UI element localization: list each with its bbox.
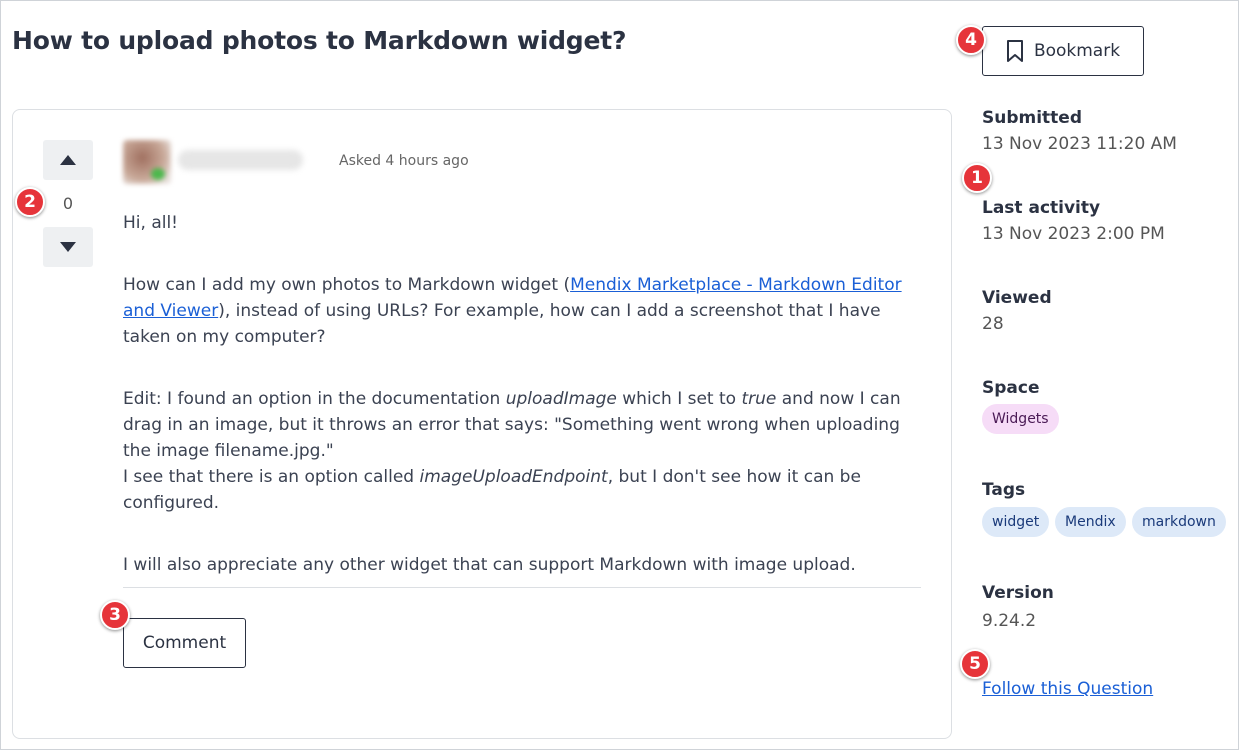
question-body: Hi, all! How can I add my own photos to … bbox=[123, 210, 923, 614]
vote-count: 0 bbox=[62, 194, 74, 213]
submitted-value: 13 Nov 2023 11:20 AM bbox=[982, 134, 1177, 154]
body-paragraph: How can I add my own photos to Markdown … bbox=[123, 272, 923, 350]
body-paragraph: Edit: I found an option in the documenta… bbox=[123, 386, 923, 464]
annotation-marker: 4 bbox=[956, 25, 986, 55]
space-badge[interactable]: Widgets bbox=[982, 404, 1059, 434]
last-activity-value: 13 Nov 2023 2:00 PM bbox=[982, 224, 1165, 244]
annotation-marker: 1 bbox=[962, 163, 992, 193]
tags-label: Tags bbox=[982, 480, 1026, 500]
body-paragraph: I see that there is an option called ima… bbox=[123, 464, 923, 516]
annotation-marker: 2 bbox=[15, 187, 45, 217]
bookmark-icon bbox=[1006, 40, 1023, 62]
upvote-button[interactable] bbox=[43, 140, 93, 180]
body-paragraph: Hi, all! bbox=[123, 213, 178, 233]
comment-button[interactable]: Comment bbox=[123, 618, 246, 668]
body-emphasis: imageUploadEndpoint bbox=[419, 467, 608, 487]
annotation-marker: 5 bbox=[960, 649, 990, 679]
body-text: which I set to bbox=[616, 389, 742, 409]
question-card: 0 Asked 4 hours ago Hi, all! How can I a… bbox=[12, 109, 952, 739]
version-label: Version bbox=[982, 583, 1054, 603]
body-text: How can I add my own photos to Markdown … bbox=[123, 275, 571, 295]
body-text: I see that there is an option called bbox=[123, 467, 420, 487]
viewed-value: 28 bbox=[982, 314, 1004, 334]
annotation-marker: 3 bbox=[100, 600, 130, 630]
divider bbox=[123, 587, 921, 588]
question-title: How to upload photos to Markdown widget? bbox=[12, 26, 627, 55]
avatar[interactable] bbox=[123, 140, 171, 184]
follow-question-link[interactable]: Follow this Question bbox=[982, 679, 1153, 699]
tag-chip[interactable]: Mendix bbox=[1055, 507, 1126, 537]
version-value: 9.24.2 bbox=[982, 611, 1037, 631]
viewed-label: Viewed bbox=[982, 288, 1052, 308]
author-name-blurred[interactable] bbox=[178, 150, 303, 170]
body-emphasis: true bbox=[741, 389, 777, 409]
caret-up-icon bbox=[60, 155, 76, 165]
body-paragraph: I will also appreciate any other widget … bbox=[123, 555, 856, 575]
submitted-label: Submitted bbox=[982, 108, 1083, 128]
asked-time: Asked 4 hours ago bbox=[339, 153, 469, 169]
bookmark-button[interactable]: Bookmark bbox=[982, 26, 1144, 76]
body-text: Edit: I found an option in the documenta… bbox=[123, 389, 506, 409]
body-text: ), instead of using URLs? For example, h… bbox=[123, 301, 881, 347]
body-emphasis: uploadImage bbox=[505, 389, 617, 409]
tag-chip[interactable]: markdown bbox=[1132, 507, 1226, 537]
tag-chip[interactable]: widget bbox=[982, 507, 1050, 537]
caret-down-icon bbox=[60, 242, 76, 252]
last-activity-label: Last activity bbox=[982, 198, 1101, 218]
bookmark-label: Bookmark bbox=[1033, 41, 1121, 61]
space-label: Space bbox=[982, 378, 1040, 398]
downvote-button[interactable] bbox=[43, 227, 93, 267]
